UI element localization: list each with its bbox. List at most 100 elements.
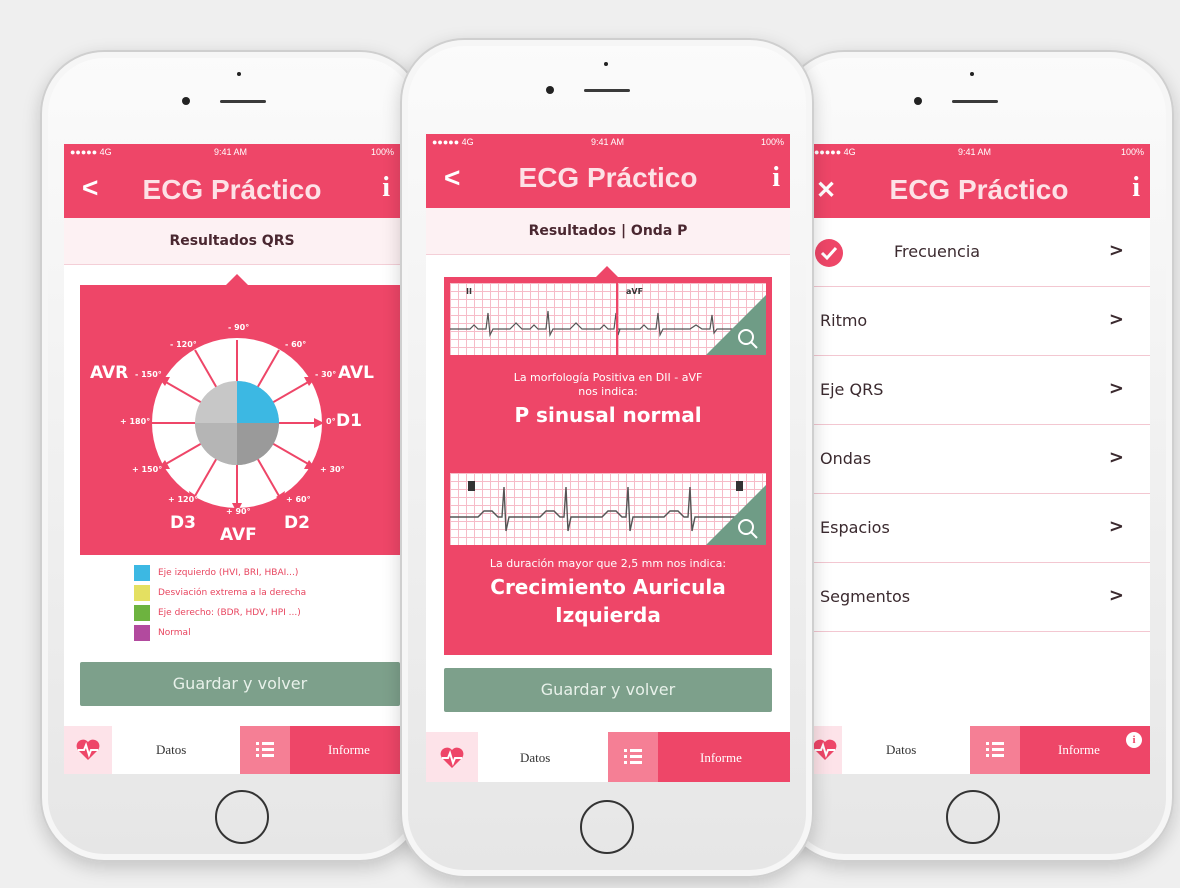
navbar: ●●●●● 4G 9:41 AM 100% < ECG Práctico i (64, 144, 400, 218)
legend-item: Eje izquierdo (HVI, BRI, HBAI...) (158, 568, 299, 578)
status-bar: ●●●●● 4G 9:41 AM 100% (64, 144, 400, 160)
menu-item-ritmo[interactable]: Ritmo > (808, 287, 1150, 356)
chevron-right-icon: > (1108, 585, 1124, 606)
battery-label: 100% (1120, 147, 1144, 157)
tab-informe-label: Informe (328, 742, 370, 757)
lead-d2: D2 (284, 513, 310, 533)
finding-result-2-line1: Crecimiento Auricula (490, 575, 726, 599)
lead-avr: AVR (90, 363, 129, 383)
tab-datos[interactable]: Datos (64, 726, 240, 774)
pointer-arrow (596, 266, 618, 277)
finding-result-1: P sinusal normal (514, 403, 702, 427)
heart-icon (64, 726, 112, 774)
ecg-trace (450, 283, 766, 355)
app-title: ECG Práctico (889, 174, 1069, 205)
ecg-strip-dii-avf[interactable]: II aVF (450, 283, 766, 355)
lead-avf: AVF (220, 525, 257, 545)
menu-item-eje-qrs[interactable]: Eje QRS > (808, 356, 1150, 425)
battery-label: 100% (760, 137, 784, 147)
home-button[interactable] (580, 800, 634, 854)
legend-swatch-green (134, 605, 150, 621)
list-icon (970, 726, 1020, 774)
chevron-right-icon: > (1108, 378, 1124, 399)
menu-item-espacios[interactable]: Espacios > (808, 494, 1150, 563)
legend-swatch-blue (134, 565, 150, 581)
info-button[interactable]: i (382, 172, 390, 204)
tab-informe[interactable]: Informe (240, 726, 400, 774)
carrier-label: ●●●●● 4G (432, 137, 474, 147)
degree-label: + 180° (120, 417, 151, 426)
earpiece-speaker (584, 89, 630, 92)
degree-label: + 30° (320, 465, 345, 474)
menu-item-segmentos[interactable]: Segmentos > (808, 563, 1150, 632)
tab-bar: Datos Informe (64, 726, 400, 774)
tab-informe-label: Informe (700, 750, 742, 765)
proximity-sensor (604, 62, 608, 66)
legend-swatch-purple (134, 625, 150, 641)
menu-item-label: Frecuencia (894, 242, 981, 261)
tab-informe-label: Informe (1058, 742, 1100, 757)
carrier-label: ●●●●● 4G (70, 147, 112, 157)
strip-label-avf: aVF (626, 287, 644, 296)
proximity-sensor (970, 72, 974, 76)
info-button[interactable]: i (1132, 172, 1140, 204)
legend-item: Normal (158, 628, 191, 638)
results-panel: II aVF La morfología Positiva en DII - a… (444, 277, 772, 655)
menu-item-label: Espacios (820, 518, 890, 537)
status-bar: ●●●●● 4G 9:41 AM 100% (808, 144, 1150, 160)
chevron-right-icon: > (1108, 447, 1124, 468)
menu-item-ondas[interactable]: Ondas > (808, 425, 1150, 494)
save-button[interactable]: Guardar y volver (444, 668, 772, 712)
tab-bar: Datos Informe i (808, 726, 1150, 774)
time-label: 9:41 AM (591, 137, 625, 147)
menu-item-label: Ritmo (820, 311, 868, 330)
degree-label: + 60° (286, 495, 311, 504)
chevron-right-icon: > (1108, 516, 1124, 537)
degree-label: - 120° (170, 340, 197, 349)
menu-item-label: Ondas (820, 449, 872, 468)
save-button[interactable]: Guardar y volver (80, 662, 400, 706)
finding-description-1: La morfología Positiva en DII - aVF (513, 371, 703, 384)
tab-informe[interactable]: Informe i (970, 726, 1150, 774)
phone-right: ●●●●● 4G 9:41 AM 100% ✕ ECG Práctico i F… (780, 50, 1174, 862)
earpiece-speaker (220, 100, 266, 103)
tab-datos-label: Datos (520, 750, 551, 765)
degree-label: - 30° (315, 370, 337, 379)
tab-informe[interactable]: Informe (608, 732, 790, 782)
list-icon (608, 732, 658, 782)
lead-d1: D1 (336, 411, 362, 431)
legend-item: Eje derecho: (BDR, HDV, HPI ...) (158, 608, 301, 618)
screen-qrs-results: ●●●●● 4G 9:41 AM 100% < ECG Práctico i R… (64, 144, 400, 774)
heart-icon (426, 732, 478, 782)
tab-datos[interactable]: Datos (426, 732, 608, 782)
proximity-sensor (237, 72, 241, 76)
ecg-strip-p-wave[interactable] (450, 473, 766, 545)
info-badge-icon: i (1126, 732, 1142, 748)
finding-description-1b: nos indica: (578, 385, 638, 398)
earpiece-speaker (952, 100, 998, 103)
front-camera (182, 97, 190, 105)
home-button[interactable] (946, 790, 1000, 844)
info-button[interactable]: i (772, 162, 780, 194)
page-title: Resultados | Onda P (426, 208, 790, 255)
degree-label: + 90° (226, 507, 251, 516)
menu-item-frecuencia[interactable]: Frecuencia > (808, 218, 1150, 287)
legend-item: Desviación extrema a la derecha (158, 588, 307, 598)
home-button[interactable] (215, 790, 269, 844)
front-camera (914, 97, 922, 105)
legend-swatch-yellow (134, 585, 150, 601)
degree-label: - 150° (135, 370, 162, 379)
finding-result-2-line2: Izquierda (555, 603, 661, 627)
app-title: ECG Práctico (142, 174, 322, 205)
degree-label: + 120° (168, 495, 199, 504)
axis-panel: - 90° - 120° - 60° - 150° - 30° + 180° 0… (80, 285, 400, 555)
phone-left: ●●●●● 4G 9:41 AM 100% < ECG Práctico i R… (40, 50, 424, 862)
app-title: ECG Práctico (518, 162, 698, 193)
finding-description-2: La duración mayor que 2,5 mm nos indica: (489, 557, 727, 570)
battery-label: 100% (370, 147, 394, 157)
chevron-right-icon: > (1108, 309, 1124, 330)
screen-menu: ●●●●● 4G 9:41 AM 100% ✕ ECG Práctico i F… (808, 144, 1150, 774)
time-label: 9:41 AM (214, 147, 248, 157)
tab-datos[interactable]: Datos (808, 726, 970, 774)
lead-d3: D3 (170, 513, 196, 533)
